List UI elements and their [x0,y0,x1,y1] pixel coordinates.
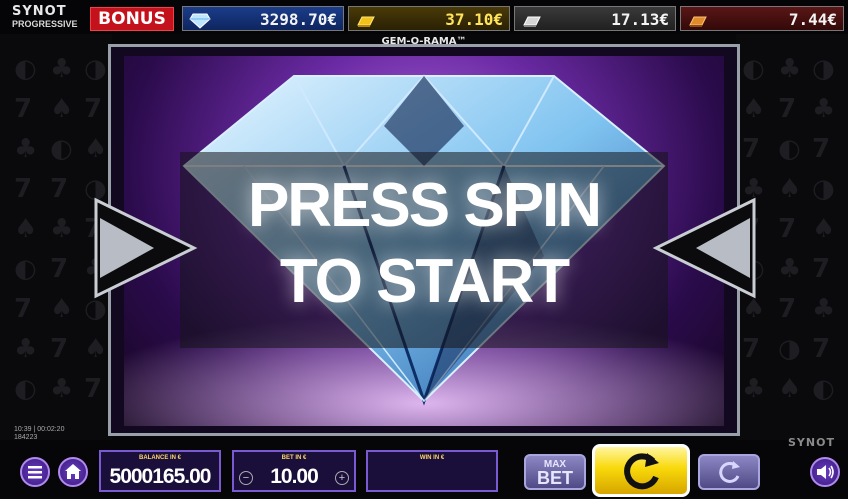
home-icon [65,464,81,479]
game-title: GEM-O-RAMA™ [381,36,467,47]
diamond-icon [189,11,211,36]
press-spin-message: PRESS SPIN TO START [180,168,668,320]
logo-subtext: PROGRESSIVE [12,19,78,29]
bonus-label: BONUS [90,7,174,31]
jackpot-silver-value: 17.13€ [611,10,669,29]
logo-text: SYNOT [12,4,67,19]
bronze-bar-icon [687,11,709,36]
win-caption: WIN IN € [419,455,445,461]
session-time: 10:39 | 00:02:20 [14,426,65,433]
jackpot-diamond: 3298.70€ [182,6,344,31]
gold-bar-icon [355,11,377,36]
bet-decrease-button[interactable]: − [239,471,253,485]
spin-arrow-icon [624,453,659,490]
autoplay-button[interactable] [698,454,760,490]
max-bet-line2: BET [537,468,573,488]
home-button[interactable] [58,457,88,487]
jackpot-bronze-value: 7.44€ [788,10,837,29]
max-bet-button[interactable]: MAX BET [524,454,586,490]
menu-button[interactable] [20,457,50,487]
balance-panel: BALANCE IN € 5000165.00 [99,450,221,492]
balance-caption: BALANCE IN € [138,455,181,461]
jackpot-diamond-value: 3298.70€ [259,10,337,29]
press-spin-line1: PRESS SPIN [247,171,602,240]
bet-panel: BET IN € 10.00 − + [232,450,356,492]
jackpot-silver: 17.13€ [514,6,676,31]
win-panel: WIN IN € [366,450,498,492]
jackpot-gold: 37.10€ [348,6,510,31]
right-frame-arrow [650,188,760,308]
hamburger-icon [28,466,42,479]
sound-button[interactable] [810,457,840,487]
speaker-icon [817,465,834,479]
press-spin-line2: TO START [279,247,570,316]
synot-brand: SYNOT [788,436,835,449]
silver-bar-icon [521,11,543,36]
autoplay-icon [719,461,740,483]
synot-progressive-logo: SYNOT PROGRESSIVE [12,4,92,32]
bet-increase-button[interactable]: + [335,471,349,485]
left-frame-arrow [90,188,200,308]
balance-value: 5000165.00 [109,465,212,488]
bet-caption: BET IN € [281,455,307,461]
jackpot-gold-value: 37.10€ [445,10,503,29]
jackpot-bronze: 7.44€ [680,6,844,31]
jackpot-bar: SYNOT PROGRESSIVE BONUS 3298.70€ 37.10€ … [0,0,848,34]
spin-button[interactable] [592,444,690,497]
